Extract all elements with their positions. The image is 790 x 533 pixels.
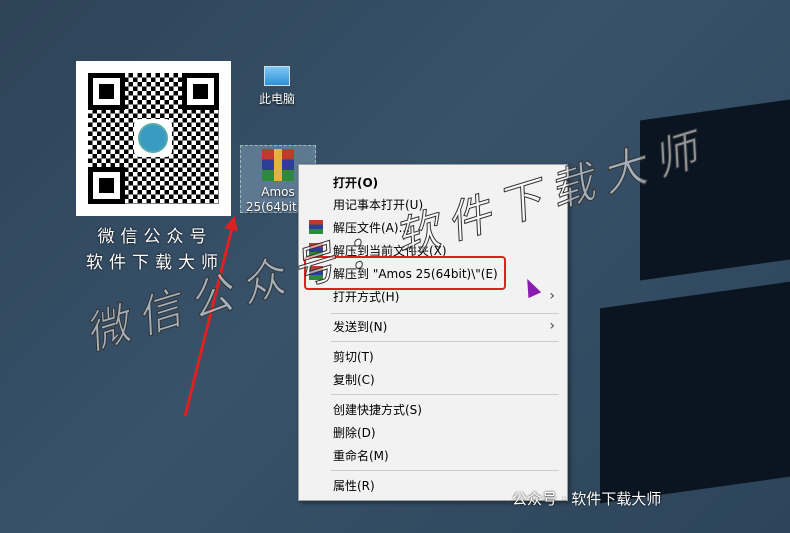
menu-item-send-to[interactable]: 发送到(N) › <box>299 315 565 337</box>
qr-caption: 软件下载大师 <box>86 253 224 273</box>
menu-item-open[interactable]: 打开(O) <box>299 171 565 193</box>
menu-item-copy[interactable]: 复制(C) <box>299 368 565 390</box>
menu-separator <box>331 313 559 314</box>
qr-caption: 微信公众号 <box>97 227 213 247</box>
footer-caption: 公众号 · 软件下载大师 <box>512 490 662 508</box>
winrar-icon <box>262 149 294 181</box>
chevron-right-icon: › <box>549 288 555 304</box>
winrar-icon <box>309 220 323 234</box>
qr-code <box>76 61 231 216</box>
this-pc-icon[interactable]: 此电脑 <box>252 66 302 107</box>
menu-item-create-shortcut[interactable]: 创建快捷方式(S) <box>299 398 565 420</box>
computer-icon <box>264 66 290 86</box>
context-menu: 打开(O) 用记事本打开(U) 解压文件(A)... 解压到当前文件夹(X) 解… <box>298 164 568 501</box>
menu-item-cut[interactable]: 剪切(T) <box>299 345 565 367</box>
highlight-box-annotation <box>304 256 506 290</box>
menu-item-rename[interactable]: 重命名(M) <box>299 444 565 466</box>
windows-logo-pane <box>640 99 790 281</box>
menu-item-delete[interactable]: 删除(D) <box>299 421 565 443</box>
menu-separator <box>331 341 559 342</box>
menu-separator <box>331 394 559 395</box>
menu-separator <box>331 470 559 471</box>
winrar-icon <box>309 243 323 257</box>
chevron-right-icon: › <box>549 318 555 334</box>
menu-item-extract-files[interactable]: 解压文件(A)... <box>299 216 565 238</box>
icon-label: 此电脑 <box>258 92 295 106</box>
desktop: 微信公众号 软件下载大师 此电脑 Amos 25(64bit).r 打开(O) … <box>0 0 790 533</box>
menu-item-open-notepad[interactable]: 用记事本打开(U) <box>299 193 565 215</box>
windows-logo-pane <box>600 281 790 504</box>
